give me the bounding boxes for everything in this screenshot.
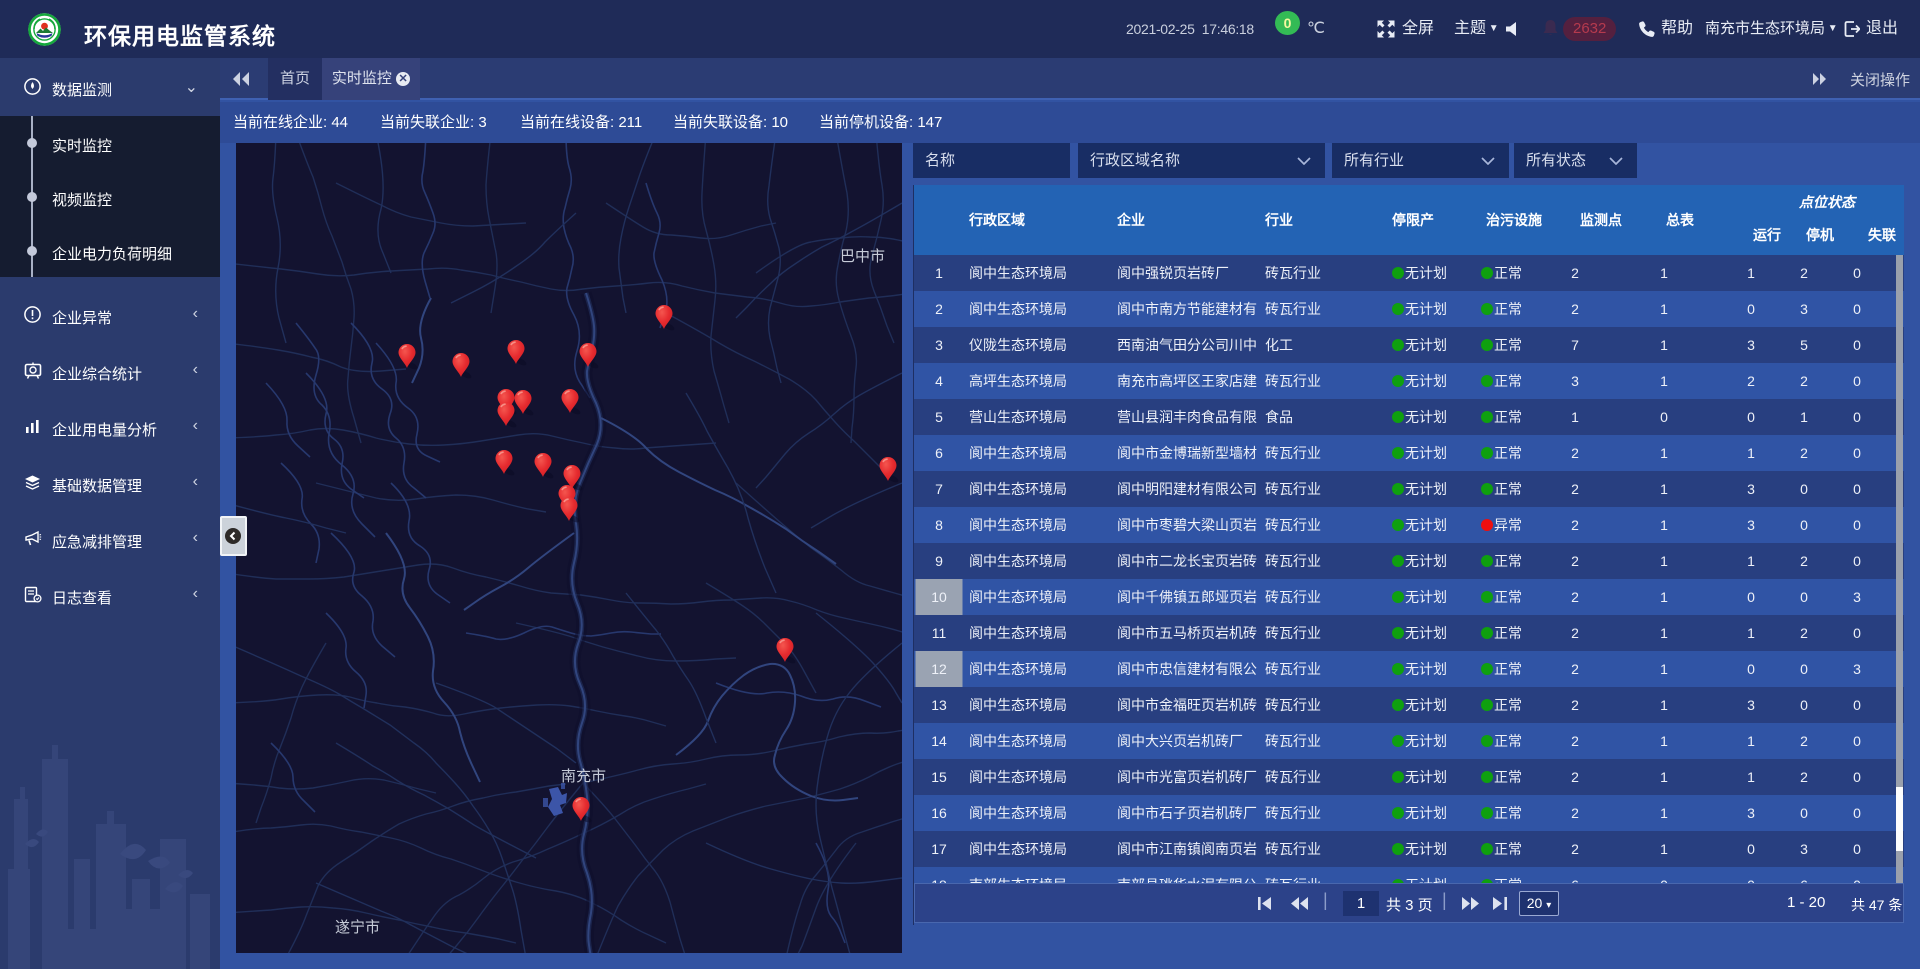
svg-text:遂宁市: 遂宁市: [335, 919, 380, 936]
svg-text:巴中市: 巴中市: [840, 248, 885, 265]
svg-text:南充市: 南充市: [561, 768, 606, 785]
